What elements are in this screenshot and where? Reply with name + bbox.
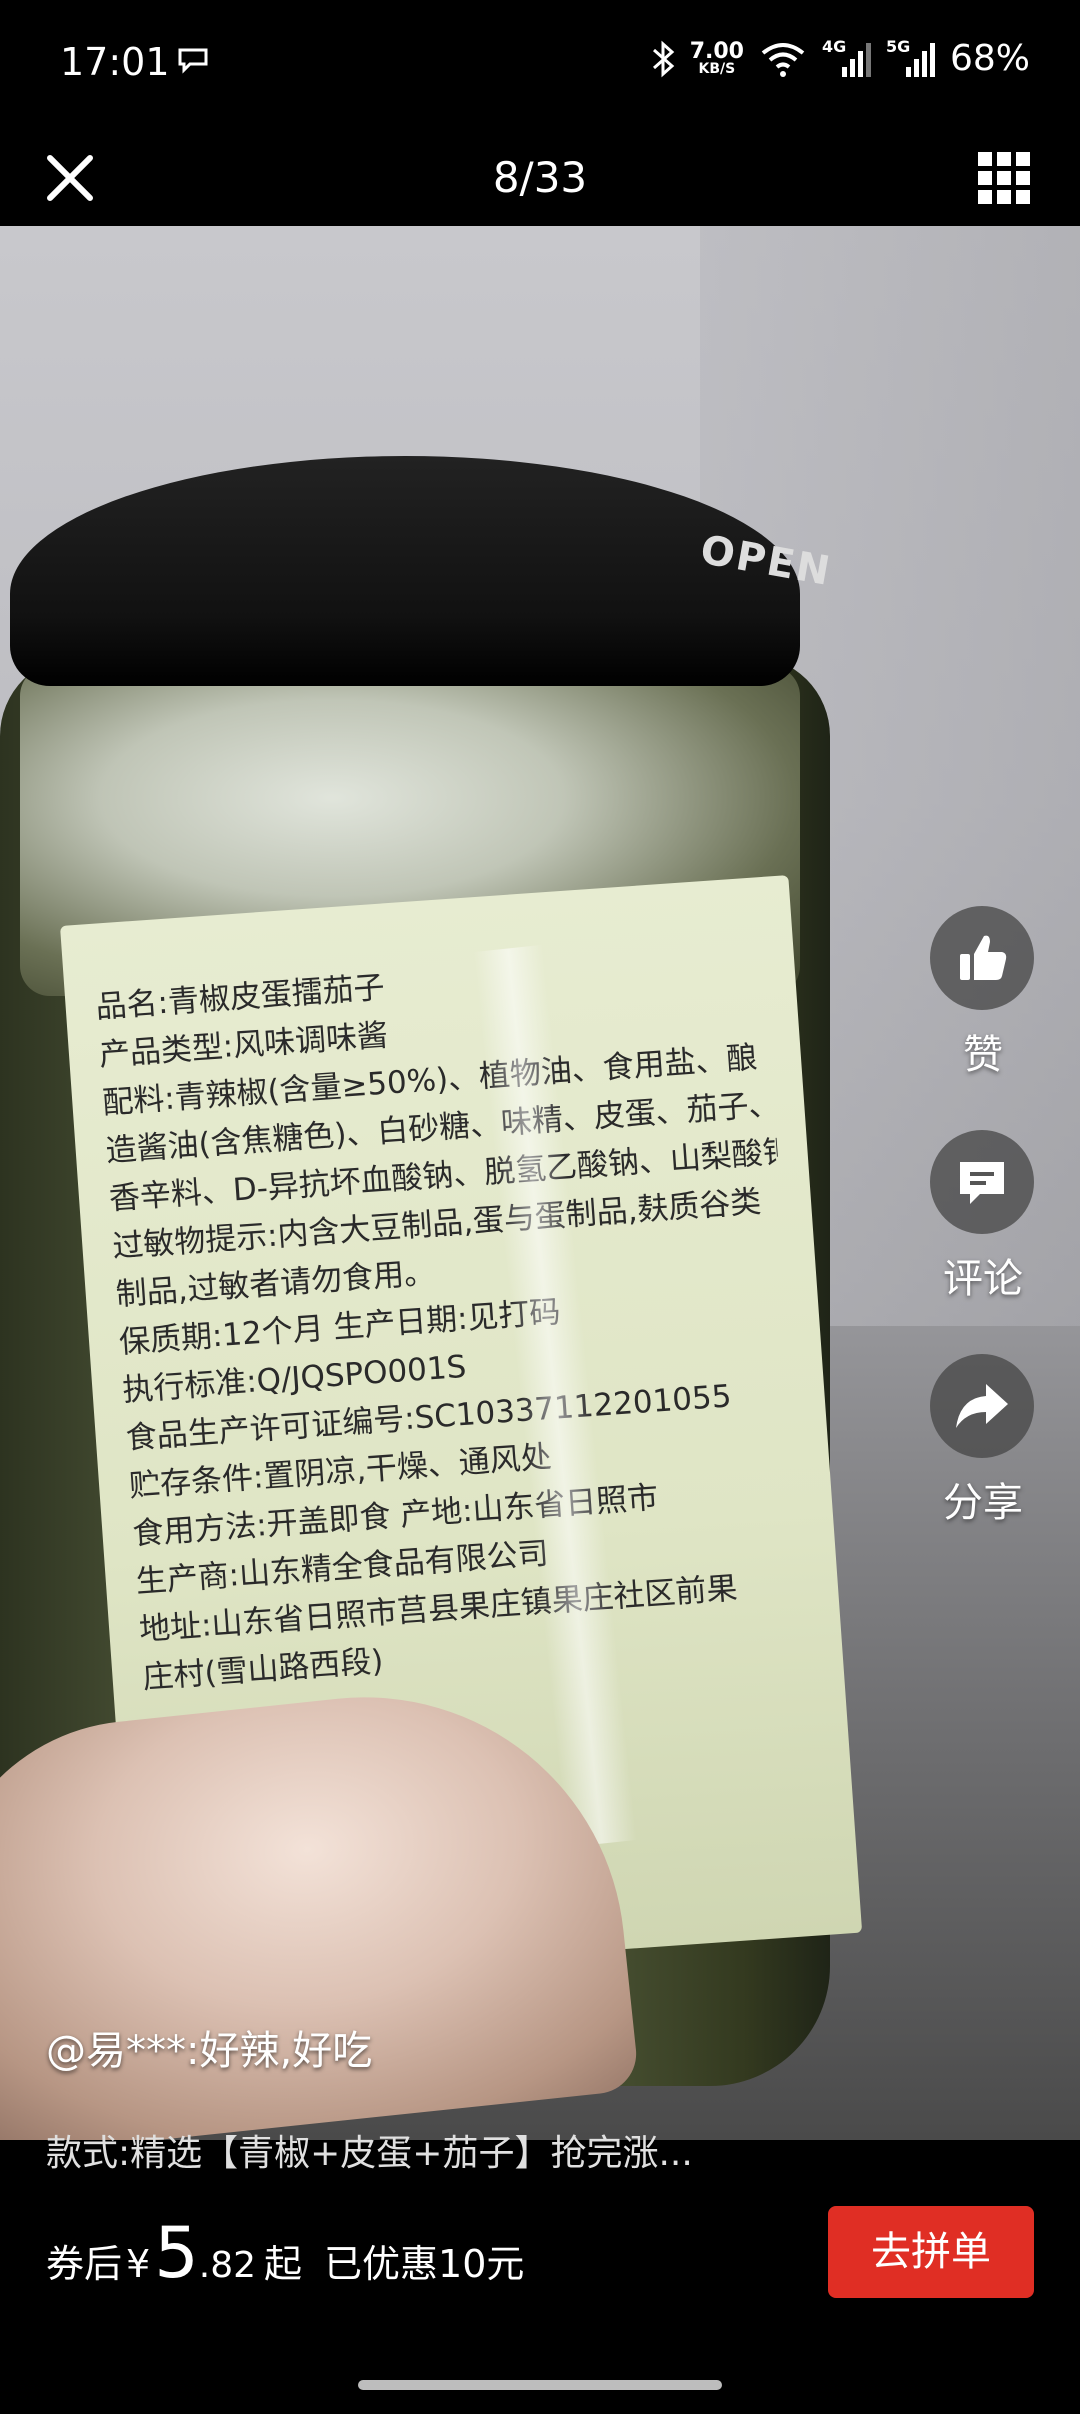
grid-icon[interactable] [974,148,1034,208]
jar-lid [10,456,800,686]
price-suffix: 起 [264,2242,303,2286]
group-buy-button[interactable]: 去拼单 [828,2206,1034,2298]
label-text: 品名:青椒皮蛋擂茄子 产品类型:风味调味酱 配料:青辣椒(含量≥50%)、植物油、食… [94,937,813,1702]
chat-icon [178,48,208,74]
network-speed: 7.00 KB/S [689,38,744,77]
comment-label: 评论 [943,1256,1023,1302]
price-prefix: 券后 [46,2242,123,2286]
network-4g-label: 4G [821,36,847,56]
spec-text: 款式:精选【青椒+皮蛋+茄子】抢完涨... [46,2133,693,2174]
signal-4g: 4G [821,36,872,79]
network-5g-label: 5G [885,36,911,56]
price-integer: 5 [154,2212,199,2294]
battery-level: 68% [949,38,1030,79]
like-label: 赞 [963,1032,1003,1078]
like-button[interactable] [930,906,1034,1010]
speed-value: 7.00 [689,38,744,64]
signal-5g: 5G [885,36,936,79]
price-display: 券后 ¥ 5 .82 起 已优惠10元 [46,2212,524,2294]
status-icons: 7.00 KB/S 4G 5G 68% [650,36,1030,79]
review-photo[interactable]: OPEN 品名:青椒皮蛋擂茄子 产品类型:风味调味酱 配料:青辣椒(含量≥50%)、… [0,226,1080,2140]
comment-action[interactable]: 评论 [930,1130,1036,1304]
wifi-icon [761,42,805,77]
like-action[interactable]: 赞 [930,906,1036,1080]
speed-unit: KB/S [698,60,736,77]
status-bar: 17:01 7.00 KB/S 4G 5G 68% [0,0,1080,130]
comment-icon [960,1162,1004,1204]
share-action[interactable]: 分享 [930,1354,1036,1528]
purchase-bar: 券后 ¥ 5 .82 起 已优惠10元 去拼单 [0,2140,1080,2414]
price-decimal: .82 [198,2245,257,2286]
currency-symbol: ¥ [126,2242,151,2286]
home-indicator[interactable] [358,2380,722,2390]
image-counter: 8/33 [492,153,588,202]
top-nav: 8/33 [0,130,1080,226]
share-button[interactable] [930,1354,1034,1458]
share-label: 分享 [943,1480,1023,1526]
review-text: @易***:好辣,好吃 [46,2028,373,2074]
status-time: 17:01 [60,40,170,84]
share-icon [956,1384,1008,1428]
comment-button[interactable] [930,1130,1034,1234]
discount-text: 已优惠10元 [324,2242,525,2286]
thumbs-up-icon [960,935,1007,980]
bluetooth-icon [652,40,674,77]
